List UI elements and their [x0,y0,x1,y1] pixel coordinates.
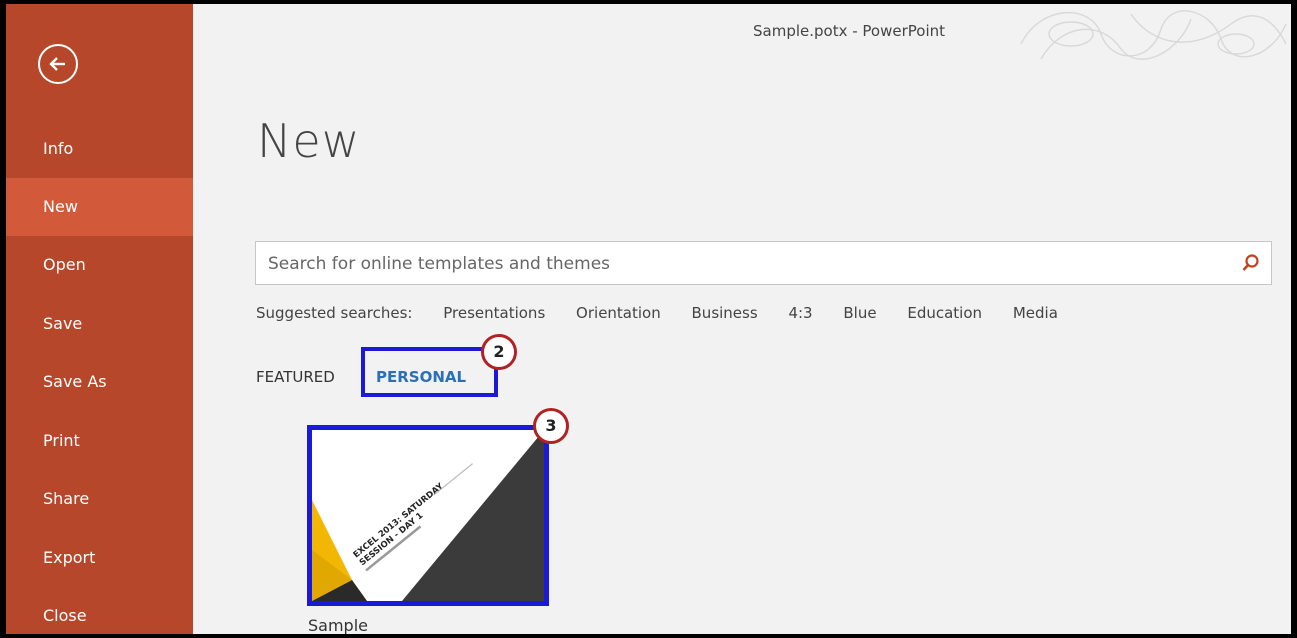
main-panel: Sample.potx - PowerPoint New Suggested s… [193,4,1291,634]
suggested-searches: Suggested searches: Presentations Orient… [256,304,1084,322]
suggested-link-blue[interactable]: Blue [843,304,876,322]
sidebar-item-save-as[interactable]: Save As [6,353,193,411]
sidebar-item-print[interactable]: Print [6,412,193,470]
sidebar-item-close[interactable]: Close [6,587,193,634]
suggested-link-education[interactable]: Education [907,304,982,322]
search-icon[interactable] [1241,253,1261,273]
back-arrow-icon [49,57,65,71]
back-button[interactable] [38,44,78,84]
highlight-box-personal [361,347,498,397]
window-title: Sample.potx - PowerPoint [753,22,946,40]
sidebar-item-save[interactable]: Save [6,295,193,353]
suggested-link-business[interactable]: Business [692,304,758,322]
tab-featured[interactable]: FEATURED [256,368,335,386]
page-title: New [257,114,361,168]
suggested-link-media[interactable]: Media [1013,304,1058,322]
sidebar-item-open[interactable]: Open [6,236,193,294]
suggested-link-4-3[interactable]: 4:3 [788,304,812,322]
template-thumbnail-sample[interactable]: EXCEL 2013: SATURDAY SESSION - DAY 1 [307,425,549,606]
search-input[interactable] [266,242,1230,286]
sidebar-item-share[interactable]: Share [6,470,193,528]
backstage-sidebar: Info New Open Save Save As Print Share E… [6,4,193,634]
sidebar-item-info[interactable]: Info [6,120,193,178]
app-window: Info New Open Save Save As Print Share E… [6,4,1291,634]
template-preview-image: EXCEL 2013: SATURDAY SESSION - DAY 1 [312,430,544,601]
template-name-label[interactable]: Sample [308,616,368,634]
suggested-link-presentations[interactable]: Presentations [443,304,545,322]
template-search-box [255,241,1272,286]
suggested-link-orientation[interactable]: Orientation [576,304,661,322]
step-callout-2: 2 [481,334,517,370]
sidebar-item-new[interactable]: New [6,178,193,236]
sidebar-item-export[interactable]: Export [6,529,193,587]
suggested-searches-label: Suggested searches: [256,304,413,322]
step-callout-3: 3 [533,408,569,444]
decorative-swirl-icon [1020,10,1287,60]
